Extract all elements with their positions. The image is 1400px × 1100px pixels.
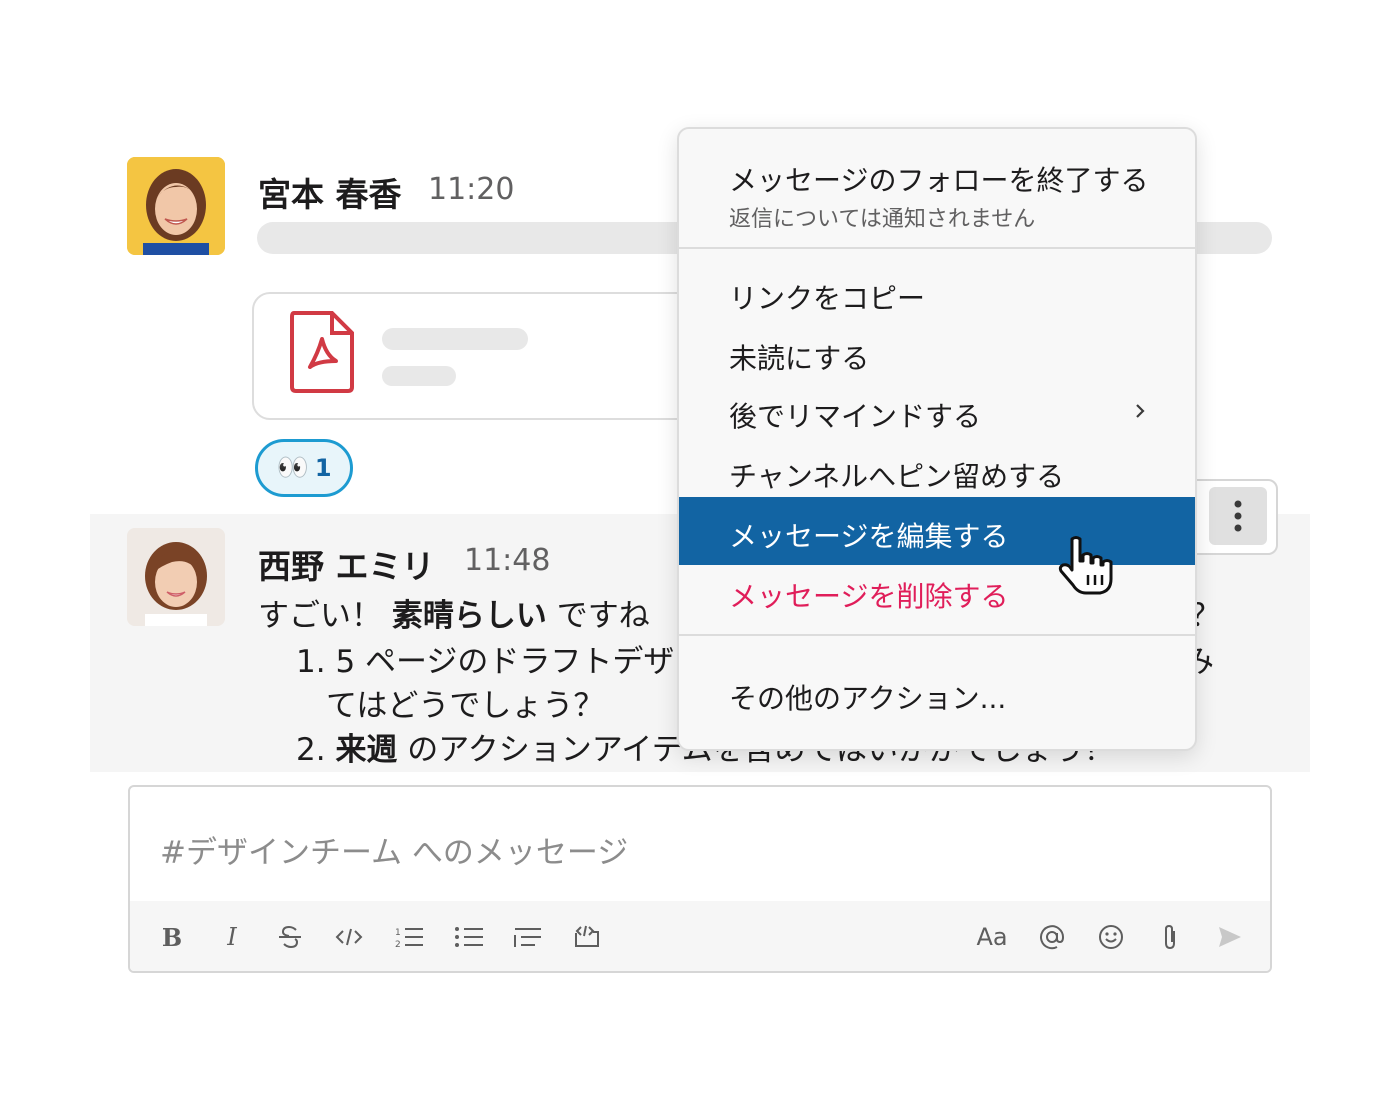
reaction-pill[interactable]: 👀 1 bbox=[255, 439, 353, 497]
format-text-button[interactable]: Aa bbox=[974, 919, 1010, 955]
menu-item-unfollow[interactable]: メッセージのフォローを終了する bbox=[729, 159, 1148, 199]
list-item-1: 1. 5 ページのドラフトデザ bbox=[296, 640, 674, 684]
avatar-nishino[interactable] bbox=[127, 528, 225, 626]
avatar-photo bbox=[127, 528, 225, 626]
blockquote-icon[interactable] bbox=[510, 919, 546, 955]
message-author[interactable]: 西野 エミリ bbox=[258, 540, 435, 588]
file-size-placeholder bbox=[382, 366, 456, 386]
menu-item-more-actions[interactable]: その他のアクション... bbox=[729, 677, 1006, 717]
list-item-1-continued: てはどうでしょう？ bbox=[326, 688, 605, 724]
pdf-icon bbox=[290, 311, 354, 393]
menu-divider bbox=[679, 247, 1195, 249]
message-author[interactable]: 宮本 春香 bbox=[258, 168, 402, 216]
formatting-toolbar: B I 12 Aa bbox=[130, 901, 1270, 971]
mention-icon[interactable] bbox=[1034, 919, 1070, 955]
message-body-line1: すごい！ 素晴らしい ですね bbox=[258, 594, 650, 638]
list-item-text: 5 ページのドラフトデザ bbox=[335, 644, 675, 680]
svg-text:2: 2 bbox=[395, 940, 401, 950]
italic-icon[interactable]: I bbox=[214, 919, 250, 955]
text-segment: ですね bbox=[556, 598, 650, 634]
menu-divider bbox=[679, 634, 1195, 636]
avatar-photo bbox=[127, 157, 225, 255]
chevron-right-icon bbox=[1136, 404, 1145, 418]
send-icon[interactable] bbox=[1212, 919, 1248, 955]
bold-icon[interactable]: B bbox=[154, 919, 190, 955]
bold-text-segment: 来週 bbox=[335, 732, 398, 768]
avatar-miyamoto[interactable] bbox=[127, 157, 225, 255]
emoji-icon[interactable] bbox=[1093, 919, 1129, 955]
list-number: 2. bbox=[296, 732, 326, 768]
message-timestamp[interactable]: 11:48 bbox=[464, 543, 550, 578]
file-name-placeholder bbox=[382, 328, 528, 350]
message-input[interactable]: #デザインチーム へのメッセージ bbox=[160, 827, 628, 872]
more-vertical-icon bbox=[1234, 500, 1242, 532]
ordered-list-icon[interactable]: 12 bbox=[391, 919, 427, 955]
attachment-icon[interactable] bbox=[1152, 919, 1188, 955]
text-segment: すごい！ bbox=[258, 598, 382, 634]
message-composer: #デザインチーム へのメッセージ B I 12 Aa bbox=[128, 785, 1272, 973]
strikethrough-icon[interactable] bbox=[272, 919, 308, 955]
svg-text:1: 1 bbox=[395, 928, 401, 938]
bullet-list-icon[interactable] bbox=[451, 919, 487, 955]
code-icon[interactable] bbox=[331, 919, 367, 955]
bold-text-segment: 素晴らしい bbox=[391, 598, 547, 634]
reaction-count: 1 bbox=[314, 454, 332, 482]
more-actions-button[interactable] bbox=[1209, 487, 1267, 545]
list-number: 1. bbox=[296, 644, 326, 680]
menu-item-mark-unread[interactable]: 未読にする bbox=[729, 337, 869, 377]
menu-item-unfollow-description: 返信については通知されません bbox=[729, 207, 1036, 232]
message-timestamp[interactable]: 11:20 bbox=[428, 172, 514, 207]
message-context-menu: メッセージのフォローを終了する 返信については通知されません リンクをコピー 未… bbox=[677, 127, 1197, 751]
menu-item-copy-link[interactable]: リンクをコピー bbox=[729, 277, 925, 317]
menu-item-delete-message[interactable]: メッセージを削除する bbox=[729, 575, 1008, 615]
menu-item-edit-message[interactable]: メッセージを編集する bbox=[729, 515, 1008, 555]
code-block-icon[interactable] bbox=[569, 919, 605, 955]
eyes-emoji-icon: 👀 bbox=[276, 453, 309, 483]
menu-item-remind-later[interactable]: 後でリマインドする bbox=[729, 395, 981, 435]
hand-cursor-icon bbox=[1058, 536, 1113, 595]
menu-item-pin-channel[interactable]: チャンネルへピン留めする bbox=[729, 455, 1064, 495]
